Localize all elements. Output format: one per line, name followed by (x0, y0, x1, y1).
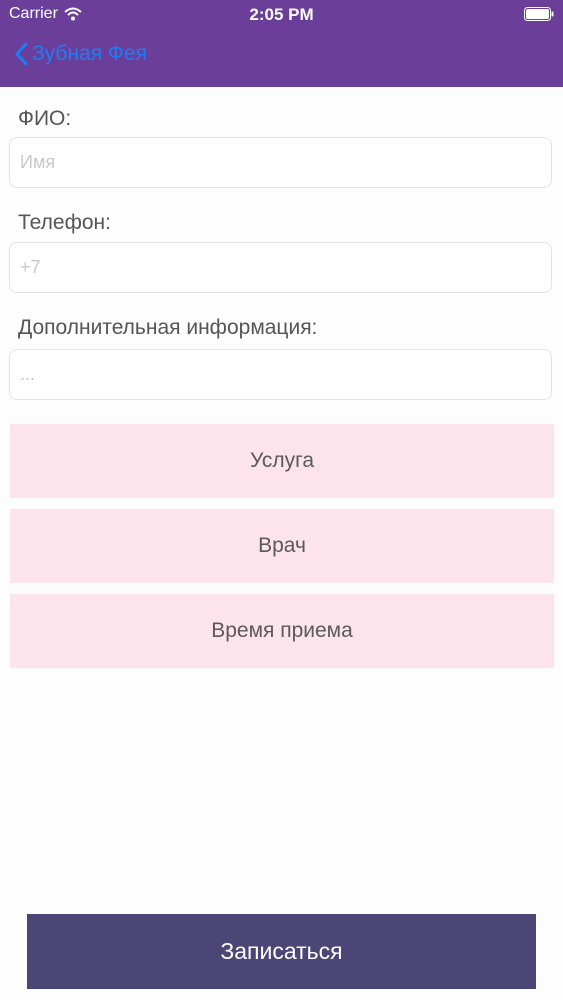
phone-input[interactable] (10, 243, 551, 292)
phone-field[interactable] (9, 242, 552, 293)
name-input[interactable] (10, 138, 551, 187)
form-content: ФИО: Телефон: Дополнительная информация:… (0, 87, 563, 1000)
appointment-time-button[interactable]: Время приема (10, 594, 554, 668)
back-button[interactable]: Зубная Фея (14, 42, 147, 66)
submit-button[interactable]: Записаться (27, 914, 536, 989)
info-label: Дополнительная информация: (18, 316, 318, 339)
battery-icon (524, 7, 554, 21)
info-field[interactable] (9, 349, 552, 400)
back-button-label: Зубная Фея (32, 42, 147, 65)
phone-label: Телефон: (18, 211, 111, 234)
header: Carrier 2:05 PM Зубная Фея (0, 0, 563, 87)
status-bar: Carrier 2:05 PM (0, 0, 563, 30)
navigation-bar: Зубная Фея (0, 30, 563, 87)
service-button[interactable]: Услуга (10, 424, 554, 498)
name-field[interactable] (9, 137, 552, 188)
clock: 2:05 PM (249, 5, 314, 24)
info-input[interactable] (10, 350, 551, 399)
name-label: ФИО: (18, 107, 72, 130)
doctor-button[interactable]: Врач (10, 509, 554, 583)
chevron-left-icon (15, 42, 28, 66)
